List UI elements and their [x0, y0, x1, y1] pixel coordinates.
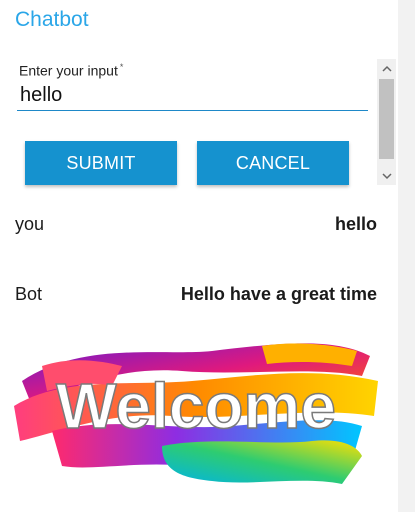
form-scrollbar[interactable]	[377, 59, 396, 185]
welcome-text: Welcome	[56, 370, 336, 442]
chat-input[interactable]	[17, 80, 368, 111]
window-edge	[398, 0, 415, 512]
scroll-down-button[interactable]	[377, 167, 396, 185]
required-mark: *	[119, 62, 124, 72]
message-speaker: Bot	[15, 284, 43, 304]
message-text: hello	[334, 214, 377, 234]
input-form: Enter your input* SUBMIT CANCEL	[0, 52, 398, 192]
scroll-up-button[interactable]	[377, 59, 396, 77]
app-title: Chatbot	[15, 8, 89, 31]
welcome-banner-image: Welcome	[14, 343, 378, 484]
input-label: Enter your input *	[19, 62, 123, 79]
message-text: Hello have a great time	[180, 284, 377, 304]
chat-message-bot: Bot Hello have a great time	[15, 284, 377, 308]
message-speaker: you	[15, 214, 45, 234]
scroll-thumb[interactable]	[379, 79, 394, 159]
cancel-button[interactable]: CANCEL	[197, 141, 349, 185]
submit-button[interactable]: SUBMIT	[25, 141, 177, 185]
input-label-text: Enter your input	[19, 62, 118, 79]
chevron-up-icon	[381, 65, 392, 72]
chat-message-user: you hello	[15, 214, 377, 238]
chevron-down-icon	[381, 172, 392, 179]
